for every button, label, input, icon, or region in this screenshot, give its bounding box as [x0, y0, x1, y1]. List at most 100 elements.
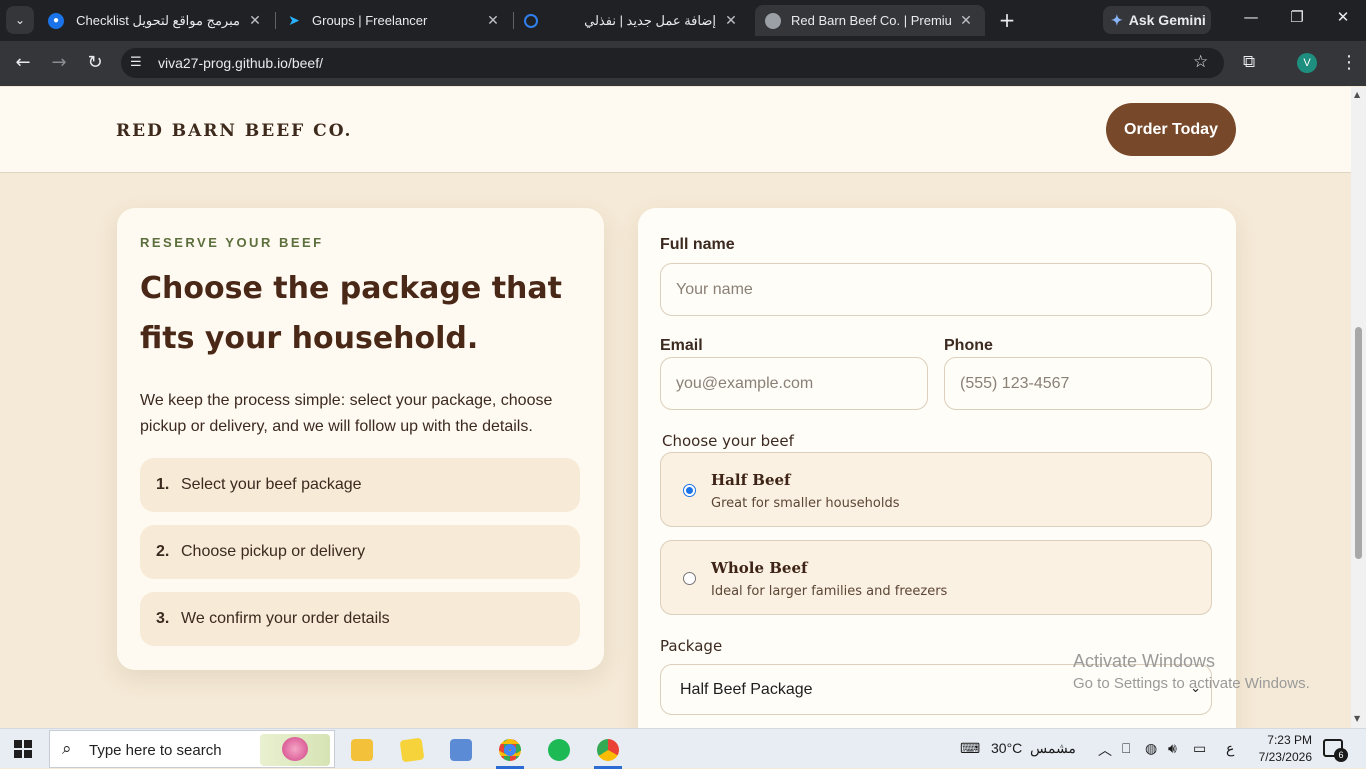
- watermark-title: Activate Windows: [1073, 651, 1216, 671]
- sticky-notes-icon[interactable]: [392, 733, 432, 766]
- tab-title: Red Barn Beef Co. | Premium Fa: [791, 13, 951, 28]
- email-label: Email: [660, 337, 703, 354]
- order-today-button[interactable]: Order Today: [1106, 103, 1236, 156]
- reload-icon[interactable]: ↻: [83, 51, 107, 75]
- meet-now-icon[interactable]: ⎕: [1122, 740, 1130, 757]
- tab-nafezly[interactable]: إضافة عمل جديد | نفذلي ✕: [514, 5, 750, 36]
- browser-menu-icon[interactable]: ⋮: [1340, 52, 1358, 73]
- tab-checklist[interactable]: ● مبرمج مواقع لتحويل Checklist إلى ✕: [38, 5, 274, 36]
- bookmark-star-icon[interactable]: ☆: [1193, 52, 1208, 72]
- phone-input[interactable]: [944, 357, 1212, 410]
- clock-time: 7:23 PM: [1267, 733, 1312, 747]
- tab-freelancer[interactable]: ➤ Groups | Freelancer ✕: [276, 5, 512, 36]
- search-highlight-image: [260, 734, 330, 766]
- notification-center-icon[interactable]: 6: [1323, 739, 1348, 762]
- restore-window-button[interactable]: ❐: [1285, 8, 1309, 26]
- option-title: Whole Beef: [711, 559, 808, 577]
- beef-option-whole[interactable]: Whole Beef Ideal for larger families and…: [660, 540, 1212, 615]
- beef-option-half[interactable]: Half Beef Great for smaller households: [660, 452, 1212, 527]
- radio-button[interactable]: [683, 572, 696, 585]
- extensions-puzzle-icon[interactable]: ⧉: [1243, 52, 1255, 72]
- profile-avatar[interactable]: V: [1297, 53, 1317, 73]
- site-icon: [765, 12, 781, 29]
- windows-taskbar: ⌕ Type here to search ⌨ 30°C مشمس ︿ ⎕ ◍ …: [0, 728, 1366, 769]
- system-clock[interactable]: 7:23 PM 7/23/2026: [1246, 732, 1312, 766]
- tab-title: مبرمج مواقع لتحويل Checklist إلى: [74, 12, 240, 28]
- close-tab-icon[interactable]: ✕: [484, 12, 502, 29]
- freelancer-icon: ➤: [288, 12, 300, 28]
- display-icon[interactable]: ▭: [1193, 740, 1206, 757]
- browser-tab-bar: ⌄ ● مبرمج مواقع لتحويل Checklist إلى ✕ ➤…: [0, 0, 1366, 41]
- step-text: Select your beef package: [181, 476, 362, 493]
- scrollbar-thumb[interactable]: [1355, 327, 1362, 559]
- nafezly-icon: [524, 13, 538, 28]
- scroll-down-arrow-icon[interactable]: ▼: [1354, 714, 1360, 723]
- step-number: 1.: [156, 476, 170, 493]
- close-tab-icon[interactable]: ✕: [957, 12, 975, 29]
- ask-gemini-button[interactable]: ✦ Ask Gemini: [1103, 6, 1211, 34]
- step-text: We confirm your order details: [181, 610, 390, 627]
- gemini-sparkle-icon: ✦: [1111, 11, 1123, 28]
- file-explorer-icon[interactable]: [342, 733, 382, 766]
- ask-gemini-label: Ask Gemini: [1128, 12, 1206, 28]
- tab-red-barn-beef[interactable]: Red Barn Beef Co. | Premium Fa ✕: [755, 5, 985, 36]
- option-subtitle: Great for smaller households: [711, 496, 900, 511]
- site-header: RED BARN BEEF CO. Order Today: [0, 87, 1351, 173]
- network-icon[interactable]: ◍: [1145, 740, 1157, 757]
- close-tab-icon[interactable]: ✕: [246, 12, 264, 29]
- clock-date: 7/23/2026: [1258, 750, 1312, 764]
- page-viewport: RED BARN BEEF CO. Order Today RESERVE YO…: [0, 87, 1351, 728]
- globe-icon: ●: [48, 12, 64, 29]
- windows-start-icon[interactable]: [14, 740, 32, 758]
- radio-button-selected[interactable]: [683, 484, 696, 497]
- weather-temp[interactable]: 30°C: [991, 740, 1022, 756]
- step-number: 2.: [156, 543, 170, 560]
- eyebrow-label: RESERVE YOUR BEEF: [140, 235, 324, 250]
- full-name-input[interactable]: [660, 263, 1212, 316]
- site-info-icon[interactable]: ☰: [130, 55, 142, 70]
- close-tab-icon[interactable]: ✕: [722, 12, 740, 29]
- page-scrollbar[interactable]: ▲ ▼: [1351, 87, 1366, 728]
- keyboard-icon[interactable]: ⌨: [960, 740, 980, 757]
- back-arrow-icon[interactable]: ←: [11, 51, 35, 75]
- new-tab-button[interactable]: +: [995, 8, 1019, 32]
- package-label: Package: [660, 637, 723, 655]
- activate-windows-watermark: Activate Windows Go to Settings to activ…: [1073, 651, 1310, 692]
- step-number: 3.: [156, 610, 170, 627]
- close-window-button[interactable]: ✕: [1331, 8, 1355, 26]
- option-title: Half Beef: [711, 471, 791, 489]
- notification-count: 6: [1334, 748, 1348, 762]
- order-form-card: Full name Email Phone Choose your beef H…: [638, 208, 1236, 728]
- input-language[interactable]: ع: [1226, 740, 1234, 757]
- phone-label: Phone: [944, 337, 993, 354]
- search-placeholder: Type here to search: [89, 742, 222, 759]
- choose-beef-label: Choose your beef: [662, 432, 794, 450]
- step-item: 1. Select your beef package: [140, 458, 580, 512]
- volume-icon[interactable]: 🔊︎: [1168, 740, 1177, 757]
- section-headline: Choose the package that fits your househ…: [140, 271, 562, 356]
- chrome-profile-icon[interactable]: [588, 733, 628, 769]
- chrome-icon[interactable]: [490, 733, 530, 769]
- weather-text[interactable]: مشمس: [1030, 740, 1076, 757]
- tab-title: Groups | Freelancer: [312, 13, 428, 28]
- taskbar-search-box[interactable]: ⌕ Type here to search: [49, 730, 335, 768]
- forward-arrow-icon[interactable]: →: [47, 51, 71, 75]
- email-input[interactable]: [660, 357, 928, 410]
- intro-description: We keep the process simple: select your …: [140, 392, 553, 435]
- brand-logo-text[interactable]: RED BARN BEEF CO.: [116, 121, 352, 141]
- tab-title: إضافة عمل جديد | نفذلي: [584, 12, 716, 28]
- full-name-label: Full name: [660, 236, 735, 253]
- step-item: 2. Choose pickup or delivery: [140, 525, 580, 579]
- spotify-icon[interactable]: [539, 733, 579, 766]
- show-hidden-icons-chevron-icon[interactable]: ︿: [1098, 740, 1112, 760]
- step-item: 3. We confirm your order details: [140, 592, 580, 646]
- network-app-icon[interactable]: [441, 733, 481, 766]
- package-selected-value: Half Beef Package: [680, 680, 813, 698]
- scroll-up-arrow-icon[interactable]: ▲: [1354, 90, 1360, 99]
- minimize-window-button[interactable]: —: [1239, 8, 1263, 26]
- tab-search-menu-button[interactable]: ⌄: [6, 6, 34, 34]
- option-subtitle: Ideal for larger families and freezers: [711, 584, 948, 599]
- search-icon: ⌕: [62, 739, 72, 759]
- url-text[interactable]: viva27-prog.github.io/beef/: [158, 55, 323, 71]
- watermark-subtitle: Go to Settings to activate Windows.: [1073, 675, 1310, 692]
